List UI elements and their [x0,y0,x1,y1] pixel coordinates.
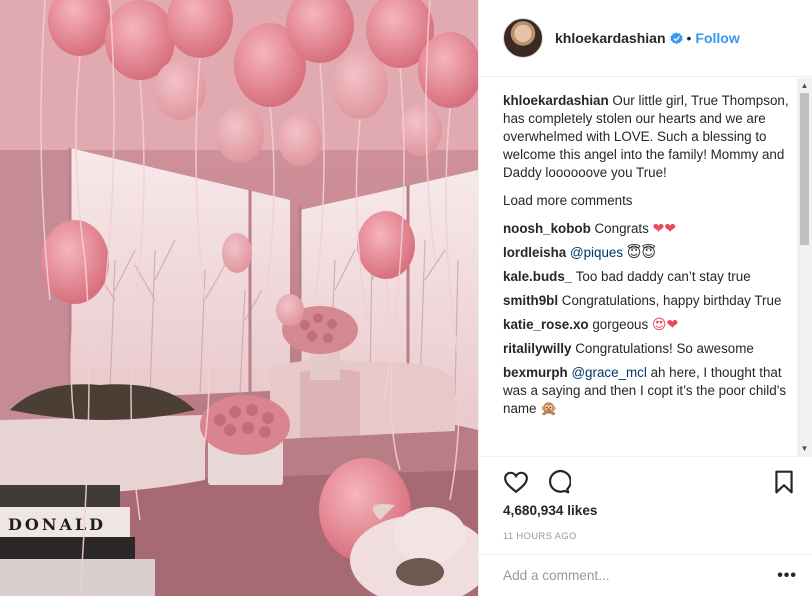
photo-illustration: DONALD [0,0,478,596]
action-icons [503,457,797,503]
load-more-comments[interactable]: Load more comments [503,192,799,210]
comment-username[interactable]: bexmurph [503,365,568,380]
comments-scrollbar[interactable]: ▲ ▼ [797,78,812,456]
comments-list[interactable]: khloekardashian Our little girl, True Th… [479,78,799,456]
monkey-emoji: 🙊 [540,401,558,417]
comment-item: kale.buds_ Too bad daddy can’t stay true [503,268,799,286]
bookmark-icon[interactable] [771,469,797,495]
book-title: DONALD [8,515,106,534]
angel-emoji: 😇😇 [626,245,656,261]
scroll-down-arrow-icon[interactable]: ▼ [797,441,812,456]
comment-text: Congrats [594,221,653,236]
heart-eyes-emoji: 😍❤ [651,317,679,333]
comment-item: noosh_kobob Congrats ❤❤ [503,220,799,238]
avatar[interactable] [503,18,543,58]
post-timestamp[interactable]: 11 HOURS AGO [503,531,797,542]
comment-item: smith9bl Congratulations, happy birthday… [503,292,799,310]
heart-icon[interactable] [503,469,529,495]
scrollbar-thumb[interactable] [800,93,809,245]
post-photo[interactable]: DONALD [0,0,478,596]
comment-item: katie_rose.xo gorgeous 😍❤ [503,316,799,334]
comment-mention[interactable]: @grace_mcl [571,365,646,380]
verified-badge-icon [669,31,683,44]
comment-icon[interactable] [545,469,571,495]
comment-item: ritalilywilly Congratulations! So awesom… [503,340,799,358]
comment-username[interactable]: kale.buds_ [503,269,572,284]
post-side-panel: khloekardashian • Follow khloekardashian… [478,0,812,596]
scroll-up-arrow-icon[interactable]: ▲ [797,78,812,93]
post-header: khloekardashian • Follow [479,0,812,77]
comment-username[interactable]: lordleisha [503,245,566,260]
comment-username[interactable]: smith9bl [503,293,558,308]
caption-username[interactable]: khloekardashian [503,93,609,108]
add-comment-bar: ••• [479,554,812,596]
header-separator: • [686,30,692,46]
comment-username[interactable]: noosh_kobob [503,221,591,236]
more-options-icon[interactable]: ••• [777,567,797,583]
comment-text: Too bad daddy can’t stay true [575,269,751,284]
comment-username[interactable]: katie_rose.xo [503,317,589,332]
comment-mention[interactable]: @piques [570,245,623,260]
follow-button[interactable]: Follow [695,30,739,46]
post-caption: khloekardashian Our little girl, True Th… [503,92,799,182]
heart-emoji: ❤❤ [652,221,677,237]
comment-item: lordleisha @piques 😇😇 [503,244,799,262]
likes-count[interactable]: 4,680,934 likes [503,503,797,518]
comment-item: bexmurph @grace_mcl ah here, I thought t… [503,364,799,418]
comment-username[interactable]: ritalilywilly [503,341,571,356]
post-actions: 4,680,934 likes 11 HOURS AGO [479,456,812,554]
comment-text: Congratulations, happy birthday True [561,293,782,308]
comment-text: gorgeous [592,317,652,332]
instagram-post: DONALD khloekardashian • Follow khloekar… [0,0,812,596]
header-username[interactable]: khloekardashian [555,30,666,46]
comment-text: Congratulations! So awesome [575,341,754,356]
add-comment-input[interactable] [503,568,778,583]
